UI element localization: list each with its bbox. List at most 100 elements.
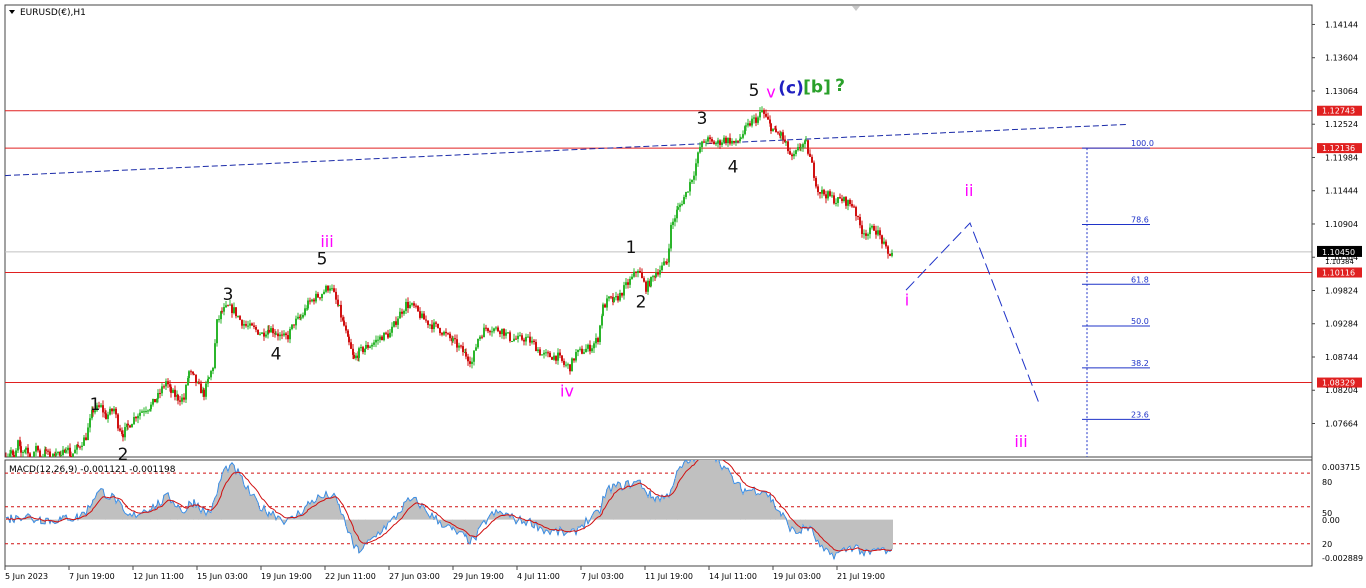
- candle-body: [20, 446, 22, 453]
- wave-label: 2: [118, 445, 129, 465]
- candle-body: [831, 195, 833, 197]
- candle-body: [495, 327, 497, 329]
- candle-body: [549, 352, 551, 358]
- candle-body: [859, 217, 861, 226]
- candle-body: [405, 301, 407, 311]
- candle-body: [735, 140, 737, 143]
- wave-label: v: [766, 82, 775, 101]
- candle-body: [124, 427, 126, 438]
- candle-body: [161, 386, 163, 394]
- candle-body: [713, 141, 715, 145]
- candle-body: [72, 453, 74, 457]
- candle-body: [681, 204, 683, 206]
- candle-body: [497, 327, 499, 332]
- candle-body: [589, 344, 591, 352]
- macd-histogram-bar: [683, 462, 685, 520]
- candle-body: [65, 450, 67, 453]
- candle-body: [795, 150, 797, 154]
- macd-histogram-bar: [845, 519, 847, 552]
- candle-body: [425, 319, 427, 321]
- candle-body: [331, 288, 333, 290]
- candle-body: [465, 352, 467, 357]
- candle-body: [340, 304, 342, 318]
- candle-body: [387, 333, 389, 338]
- macd-histogram-bar: [759, 494, 761, 520]
- candle-body: [709, 137, 711, 140]
- candle-body: [190, 371, 192, 373]
- macd-histogram-bar: [835, 519, 837, 553]
- candle-body: [218, 319, 220, 321]
- macd-histogram-bar: [100, 488, 102, 520]
- candle-body: [829, 191, 831, 196]
- wave-label: 4: [271, 345, 282, 365]
- candle-body: [333, 288, 335, 292]
- candle-body: [595, 338, 597, 344]
- candle-body: [85, 437, 87, 441]
- candle-body: [279, 334, 281, 337]
- macd-histogram-bar: [861, 519, 863, 552]
- candle-body: [393, 321, 395, 327]
- macd-histogram-bar: [259, 510, 261, 520]
- fib-level-label: 50.0: [1131, 317, 1149, 326]
- candle-body: [485, 327, 487, 329]
- price-tick-label: 1.13604: [1325, 54, 1358, 63]
- candle-body: [745, 125, 747, 127]
- candle-body: [581, 348, 583, 354]
- candle-body: [460, 345, 462, 347]
- candle-body: [599, 325, 601, 343]
- candle-body: [373, 342, 375, 345]
- candle-body: [807, 140, 809, 154]
- macd-histogram-bar: [327, 496, 329, 520]
- candle-body: [270, 328, 272, 333]
- candle-body: [439, 327, 441, 334]
- candle-body: [606, 298, 608, 308]
- macd-histogram-bar: [763, 491, 765, 520]
- wave-label: 2: [636, 292, 647, 312]
- candle-body: [245, 324, 247, 326]
- candle-body: [475, 347, 477, 351]
- candle-body: [47, 450, 49, 452]
- candle-body: [695, 163, 697, 176]
- macd-histogram-bar: [243, 485, 245, 520]
- bid-price-label: 1.10384: [1325, 258, 1354, 266]
- candle-body: [613, 297, 615, 303]
- candle-body: [249, 323, 251, 326]
- candle-body: [887, 246, 889, 254]
- macd-histogram-bar: [666, 493, 668, 520]
- candle-body: [535, 341, 537, 352]
- candle-body: [531, 340, 533, 343]
- time-tick-label: 27 Jun 03:00: [389, 572, 440, 581]
- candle-body: [381, 336, 383, 341]
- candle-body: [67, 447, 69, 451]
- candle-body: [471, 361, 473, 364]
- candle-body: [188, 371, 190, 379]
- macd-histogram-bar: [843, 519, 845, 548]
- macd-histogram-bar: [369, 519, 371, 541]
- price-tick-label: 1.13064: [1325, 87, 1358, 96]
- price-tick-label: 1.07664: [1325, 420, 1358, 429]
- macd-histogram-bar: [740, 488, 742, 520]
- macd-histogram-bar: [719, 464, 721, 520]
- macd-histogram-bar: [379, 519, 381, 535]
- candle-body: [447, 333, 449, 335]
- macd-histogram-bar: [107, 498, 109, 520]
- macd-histogram-bar: [221, 474, 223, 520]
- macd-axis: 0.00371580500.0020-0.002889: [1322, 463, 1363, 563]
- candle-body: [300, 317, 302, 319]
- macd-histogram-bar: [245, 488, 247, 520]
- candle-body: [157, 392, 159, 399]
- candle-body: [877, 230, 879, 235]
- candle-body: [770, 123, 772, 132]
- candle-body: [433, 322, 435, 330]
- candle-body: [791, 154, 793, 157]
- candle-body: [135, 416, 137, 419]
- candle-body: [837, 197, 839, 203]
- candle-body: [593, 343, 595, 349]
- candle-body: [785, 141, 787, 143]
- candle-body: [62, 449, 64, 455]
- macd-histogram-bar: [214, 497, 216, 520]
- macd-histogram-bar: [581, 519, 583, 525]
- candle-body: [353, 354, 355, 359]
- candle-body: [379, 336, 381, 340]
- macd-histogram-bar: [117, 499, 119, 520]
